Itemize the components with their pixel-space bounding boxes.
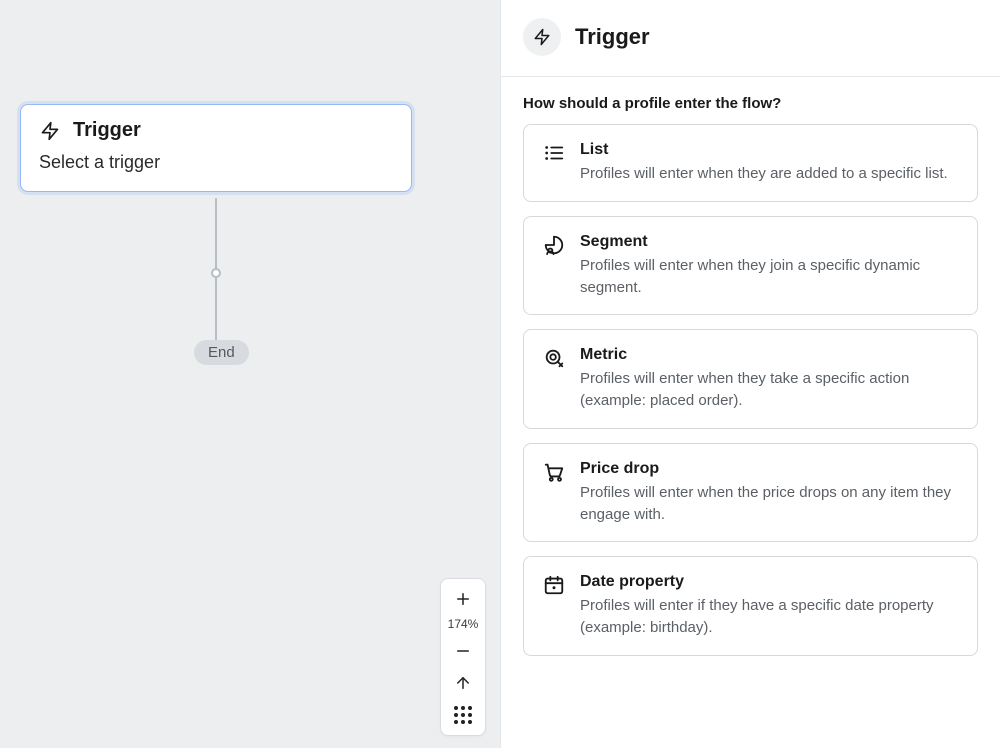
trigger-option-metric[interactable]: Metric Profiles will enter when they tak…: [523, 329, 978, 429]
segment-icon: [542, 233, 566, 299]
cart-icon: [542, 460, 566, 526]
option-title: Segment: [580, 233, 959, 251]
minus-icon: [454, 642, 472, 660]
plus-icon: [454, 590, 472, 608]
flow-canvas[interactable]: Trigger Select a trigger End 174%: [0, 0, 500, 748]
bolt-icon: [523, 18, 561, 56]
option-description: Profiles will enter when they join a spe…: [580, 255, 959, 299]
option-description: Profiles will enter when they are added …: [580, 163, 959, 185]
option-description: Profiles will enter if they have a speci…: [580, 595, 959, 639]
option-title: Metric: [580, 346, 959, 364]
metric-icon: [542, 346, 566, 412]
canvas-overview-button[interactable]: [441, 699, 485, 731]
option-title: Price drop: [580, 460, 959, 478]
end-node: End: [194, 340, 249, 365]
list-icon: [542, 141, 566, 185]
zoom-level-label: 174%: [448, 615, 479, 635]
option-description: Profiles will enter when the price drops…: [580, 482, 959, 526]
bolt-icon: [39, 120, 61, 142]
trigger-option-segment[interactable]: Segment Profiles will enter when they jo…: [523, 216, 978, 316]
zoom-controls: 174%: [440, 578, 486, 736]
option-title: List: [580, 141, 959, 159]
trigger-option-price-drop[interactable]: Price drop Profiles will enter when the …: [523, 443, 978, 543]
grid-icon: [454, 706, 472, 724]
trigger-option-list[interactable]: List Profiles will enter when they are a…: [523, 124, 978, 202]
arrow-up-icon: [454, 674, 472, 692]
connector-add-node-dot[interactable]: [211, 268, 221, 278]
zoom-out-button[interactable]: [441, 635, 485, 667]
trigger-node[interactable]: Trigger Select a trigger: [20, 104, 412, 192]
fit-to-screen-button[interactable]: [441, 667, 485, 699]
trigger-option-date-property[interactable]: Date property Profiles will enter if the…: [523, 556, 978, 656]
zoom-in-button[interactable]: [441, 583, 485, 615]
trigger-config-panel: Trigger How should a profile enter the f…: [500, 0, 1000, 748]
panel-question: How should a profile enter the flow?: [523, 95, 978, 112]
trigger-node-subtitle: Select a trigger: [39, 152, 393, 173]
trigger-node-title: Trigger: [73, 119, 141, 142]
option-description: Profiles will enter when they take a spe…: [580, 368, 959, 412]
calendar-icon: [542, 573, 566, 639]
panel-title: Trigger: [575, 24, 650, 50]
panel-header: Trigger: [501, 0, 1000, 77]
option-title: Date property: [580, 573, 959, 591]
